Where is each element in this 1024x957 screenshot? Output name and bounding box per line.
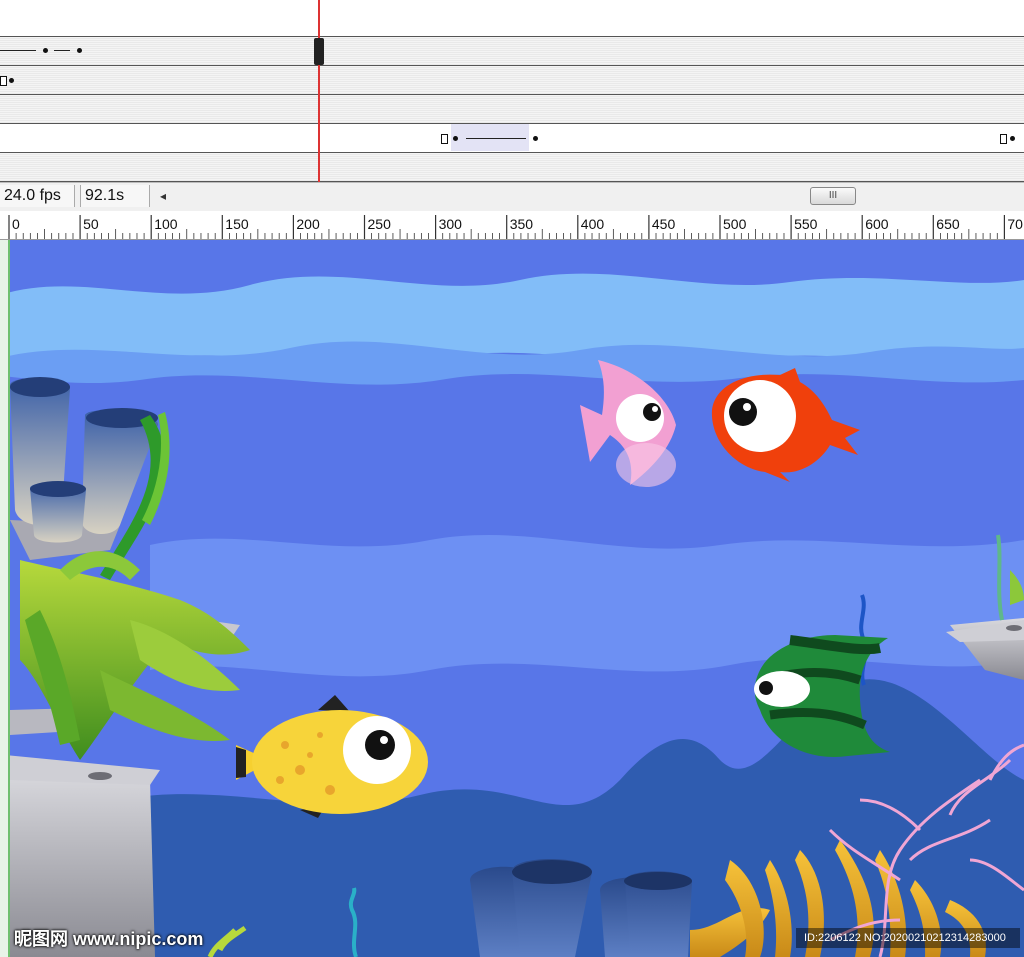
frame-rate[interactable]: 24.0 fps bbox=[0, 185, 75, 207]
watermark-left: 昵图网 www.nipic.com bbox=[14, 929, 204, 949]
water-band-light bbox=[0, 273, 1024, 364]
playhead-handle[interactable] bbox=[314, 38, 324, 65]
ruler-label: 400 bbox=[580, 216, 605, 232]
ruler-label: 600 bbox=[865, 216, 889, 232]
timeline-layer-6[interactable] bbox=[0, 153, 1024, 182]
tween-arrow bbox=[0, 50, 36, 51]
keyframe[interactable] bbox=[453, 136, 458, 141]
ruler-label: 300 bbox=[438, 216, 462, 232]
ruler-label: 200 bbox=[296, 216, 320, 232]
ruler-label: 250 bbox=[367, 216, 391, 232]
timeline-layer-5[interactable] bbox=[0, 124, 1024, 153]
water-band-middle bbox=[150, 535, 1024, 677]
blank-keyframe[interactable] bbox=[1000, 134, 1007, 144]
watermark-right: ID:2206122 NO:20200210212314283000 bbox=[796, 928, 1020, 948]
ruler-label: 550 bbox=[794, 216, 818, 232]
elapsed-time: 92.1s bbox=[80, 185, 150, 207]
horizontal-scroll-thumb[interactable]: III bbox=[810, 187, 856, 205]
ruler-label: 70 bbox=[1007, 216, 1023, 232]
playhead-line[interactable] bbox=[318, 0, 320, 182]
keyframe[interactable] bbox=[533, 136, 538, 141]
tween-arrow bbox=[466, 138, 526, 139]
stage-canvas[interactable] bbox=[0, 240, 1024, 957]
stage-ruler: 0 50 100 150 200 250 300 350 400 450 500 550 600 650 7… bbox=[0, 211, 1024, 240]
keyframe[interactable] bbox=[9, 78, 14, 83]
ruler-label: 650 bbox=[936, 216, 960, 232]
timeline-layer-2[interactable] bbox=[0, 37, 1024, 66]
timeline-panel[interactable] bbox=[0, 0, 1024, 182]
ruler-label: 350 bbox=[509, 216, 534, 232]
timeline-status-bar: 24.0 fps 92.1s ◂ III bbox=[0, 182, 1024, 212]
ruler-label: 150 bbox=[225, 216, 249, 232]
ruler-label: 500 bbox=[723, 216, 747, 232]
ruler-label: 0 bbox=[12, 216, 20, 232]
timeline-layer-4[interactable] bbox=[0, 95, 1024, 124]
tween-arrow bbox=[54, 50, 70, 51]
stage-left-edge bbox=[0, 240, 10, 957]
scroll-left-arrow-icon[interactable]: ◂ bbox=[156, 186, 170, 206]
ruler-label: 50 bbox=[83, 216, 99, 232]
ruler-label: 100 bbox=[154, 216, 178, 232]
blank-keyframe[interactable] bbox=[0, 76, 7, 86]
underwater-scene bbox=[0, 273, 1024, 957]
keyframe[interactable] bbox=[43, 48, 48, 53]
keyframe[interactable] bbox=[1010, 136, 1015, 141]
blank-keyframe[interactable] bbox=[441, 134, 448, 144]
red-fish-icon[interactable] bbox=[711, 368, 860, 482]
keyframe[interactable] bbox=[77, 48, 82, 53]
ruler-label: 450 bbox=[651, 216, 676, 232]
timeline-layer-1[interactable] bbox=[0, 8, 1024, 37]
timeline-layer-3[interactable] bbox=[0, 66, 1024, 95]
